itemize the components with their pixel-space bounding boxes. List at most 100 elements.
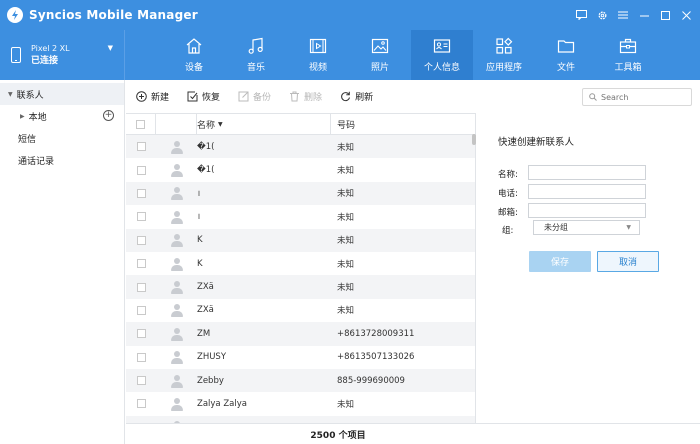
maximize-icon[interactable] bbox=[657, 7, 673, 23]
name-field[interactable] bbox=[528, 165, 646, 180]
device-selector[interactable]: Pixel 2 XL 已连接 ▼ bbox=[0, 30, 125, 80]
tab-toolbox[interactable]: 工具箱 bbox=[597, 30, 659, 80]
group-label: 组: bbox=[502, 226, 514, 236]
tab-apps[interactable]: 应用程序 bbox=[473, 30, 535, 80]
tab-label: 个人信息 bbox=[423, 63, 460, 73]
main-nav-bar: Pixel 2 XL 已连接 ▼ 设备 音乐 视频 照片 个人信息 应用程序 文… bbox=[0, 30, 700, 80]
sidebar-item-local[interactable]: ▶ 本地 + bbox=[0, 105, 124, 127]
contact-card-icon bbox=[433, 39, 451, 53]
table-row[interactable]: K 未知 bbox=[126, 252, 475, 275]
contact-name: �1( bbox=[197, 141, 215, 152]
caret-right-icon[interactable]: ▶ bbox=[20, 113, 25, 120]
refresh-button[interactable]: 刷新 bbox=[340, 90, 373, 103]
row-checkbox[interactable] bbox=[136, 399, 146, 409]
table-row[interactable]: ZXä 未知 bbox=[126, 275, 475, 299]
tab-label: 视频 bbox=[308, 63, 327, 73]
table-row[interactable]: �1(未知 bbox=[126, 158, 475, 181]
row-checkbox[interactable] bbox=[136, 305, 146, 315]
music-icon bbox=[248, 37, 263, 54]
save-button[interactable]: 保存 bbox=[529, 251, 591, 272]
sidebar-item-label: 联系人 bbox=[16, 90, 44, 101]
tab-video[interactable]: 视频 bbox=[287, 30, 349, 80]
contact-name: Zalya Zalya bbox=[197, 398, 247, 409]
minimize-icon[interactable] bbox=[636, 7, 652, 23]
restore-button[interactable]: 恢复 bbox=[187, 90, 220, 103]
row-checkbox[interactable] bbox=[136, 235, 146, 245]
tab-device[interactable]: 设备 bbox=[163, 30, 225, 80]
avatar-icon bbox=[170, 374, 184, 388]
row-checkbox[interactable] bbox=[136, 188, 146, 198]
avatar-icon bbox=[170, 280, 184, 295]
close-icon[interactable] bbox=[678, 7, 694, 23]
backup-button[interactable]: 备份 bbox=[238, 90, 271, 103]
search-box[interactable] bbox=[582, 88, 692, 106]
tab-label: 设备 bbox=[184, 63, 203, 73]
feedback-icon[interactable] bbox=[573, 7, 589, 23]
table-row[interactable]: ZXä 未知 bbox=[126, 299, 475, 322]
device-status: 已连接 bbox=[31, 56, 59, 66]
title-bar: Syncios Mobile Manager bbox=[0, 0, 700, 30]
sidebar-item-call-log[interactable]: 通话记录 bbox=[0, 149, 124, 171]
new-button[interactable]: 新建 bbox=[136, 90, 169, 103]
status-bar: 2500 个项目 bbox=[126, 423, 700, 444]
sidebar-item-sms[interactable]: 短信 bbox=[0, 127, 124, 149]
row-checkbox[interactable] bbox=[136, 329, 146, 339]
sidebar-item-label: 本地 bbox=[28, 112, 47, 123]
trash-icon bbox=[290, 91, 300, 101]
table-header: 名称 ▼ 号码 bbox=[126, 113, 475, 135]
row-checkbox[interactable] bbox=[136, 376, 146, 386]
table-row[interactable]: Zalya Zalya 未知 bbox=[126, 392, 475, 415]
sidebar: ▼ 联系人 ▶ 本地 + 短信 通话记录 bbox=[0, 80, 125, 444]
caret-down-icon[interactable]: ▼ bbox=[108, 44, 113, 52]
email-field[interactable] bbox=[528, 203, 646, 218]
contact-name: । bbox=[197, 212, 201, 223]
tab-label: 文件 bbox=[556, 63, 575, 73]
row-checkbox[interactable] bbox=[136, 282, 146, 292]
avatar-icon bbox=[170, 233, 184, 248]
scrollbar-thumb[interactable] bbox=[472, 134, 476, 145]
row-checkbox[interactable] bbox=[136, 165, 146, 175]
contact-phone: 未知 bbox=[337, 189, 355, 200]
sidebar-item-label: 通话记录 bbox=[18, 156, 55, 167]
delete-button[interactable]: 删除 bbox=[289, 90, 322, 103]
name-label: 名称: bbox=[498, 170, 518, 180]
table-row[interactable]: । 未知 bbox=[126, 205, 475, 228]
table-row[interactable]: �1(未知 bbox=[126, 135, 475, 159]
group-select[interactable]: 未分组 ▼ bbox=[533, 220, 640, 235]
column-header-name[interactable]: 名称 ▼ bbox=[197, 114, 331, 134]
row-checkbox[interactable] bbox=[136, 212, 146, 222]
contact-phone: 未知 bbox=[337, 236, 355, 247]
table-row[interactable]: ZHUSY +8613507133026 bbox=[126, 346, 475, 369]
tab-contacts[interactable]: 个人信息 bbox=[411, 30, 473, 80]
tab-files[interactable]: 文件 bbox=[535, 30, 597, 80]
cancel-button[interactable]: 取消 bbox=[597, 251, 659, 272]
search-input[interactable] bbox=[601, 92, 686, 102]
row-checkbox[interactable] bbox=[136, 352, 146, 362]
phone-field[interactable] bbox=[528, 184, 646, 199]
table-row[interactable] bbox=[126, 415, 475, 423]
contact-name: ZHUSY bbox=[197, 352, 227, 363]
column-header-phone[interactable]: 号码 bbox=[331, 118, 475, 131]
row-checkbox[interactable] bbox=[136, 142, 146, 152]
table-row[interactable]: K 未知 bbox=[126, 228, 475, 252]
contact-phone: 未知 bbox=[337, 399, 355, 410]
tab-music[interactable]: 音乐 bbox=[225, 30, 287, 80]
caret-down-icon[interactable]: ▼ bbox=[8, 91, 13, 98]
contact-phone: 未知 bbox=[337, 283, 355, 294]
contact-phone: 885-999690009 bbox=[337, 375, 405, 386]
contact-phone: 未知 bbox=[337, 306, 355, 317]
toolbox-icon bbox=[619, 38, 637, 54]
photo-icon bbox=[371, 38, 389, 54]
sidebar-item-contacts[interactable]: ▼ 联系人 bbox=[0, 83, 124, 105]
table-row[interactable]: ZM +8613728009311 bbox=[126, 322, 475, 346]
backup-icon bbox=[238, 91, 249, 101]
tab-photo[interactable]: 照片 bbox=[349, 30, 411, 80]
add-group-icon[interactable]: + bbox=[103, 110, 114, 121]
menu-icon[interactable] bbox=[615, 7, 631, 23]
avatar-icon bbox=[170, 397, 184, 411]
table-row[interactable]: Zebby 885-999690009 bbox=[126, 368, 475, 393]
select-all-checkbox[interactable] bbox=[136, 119, 145, 129]
row-checkbox[interactable] bbox=[136, 259, 146, 269]
table-row[interactable]: । 未知 bbox=[126, 181, 475, 206]
gear-icon[interactable] bbox=[594, 7, 610, 23]
